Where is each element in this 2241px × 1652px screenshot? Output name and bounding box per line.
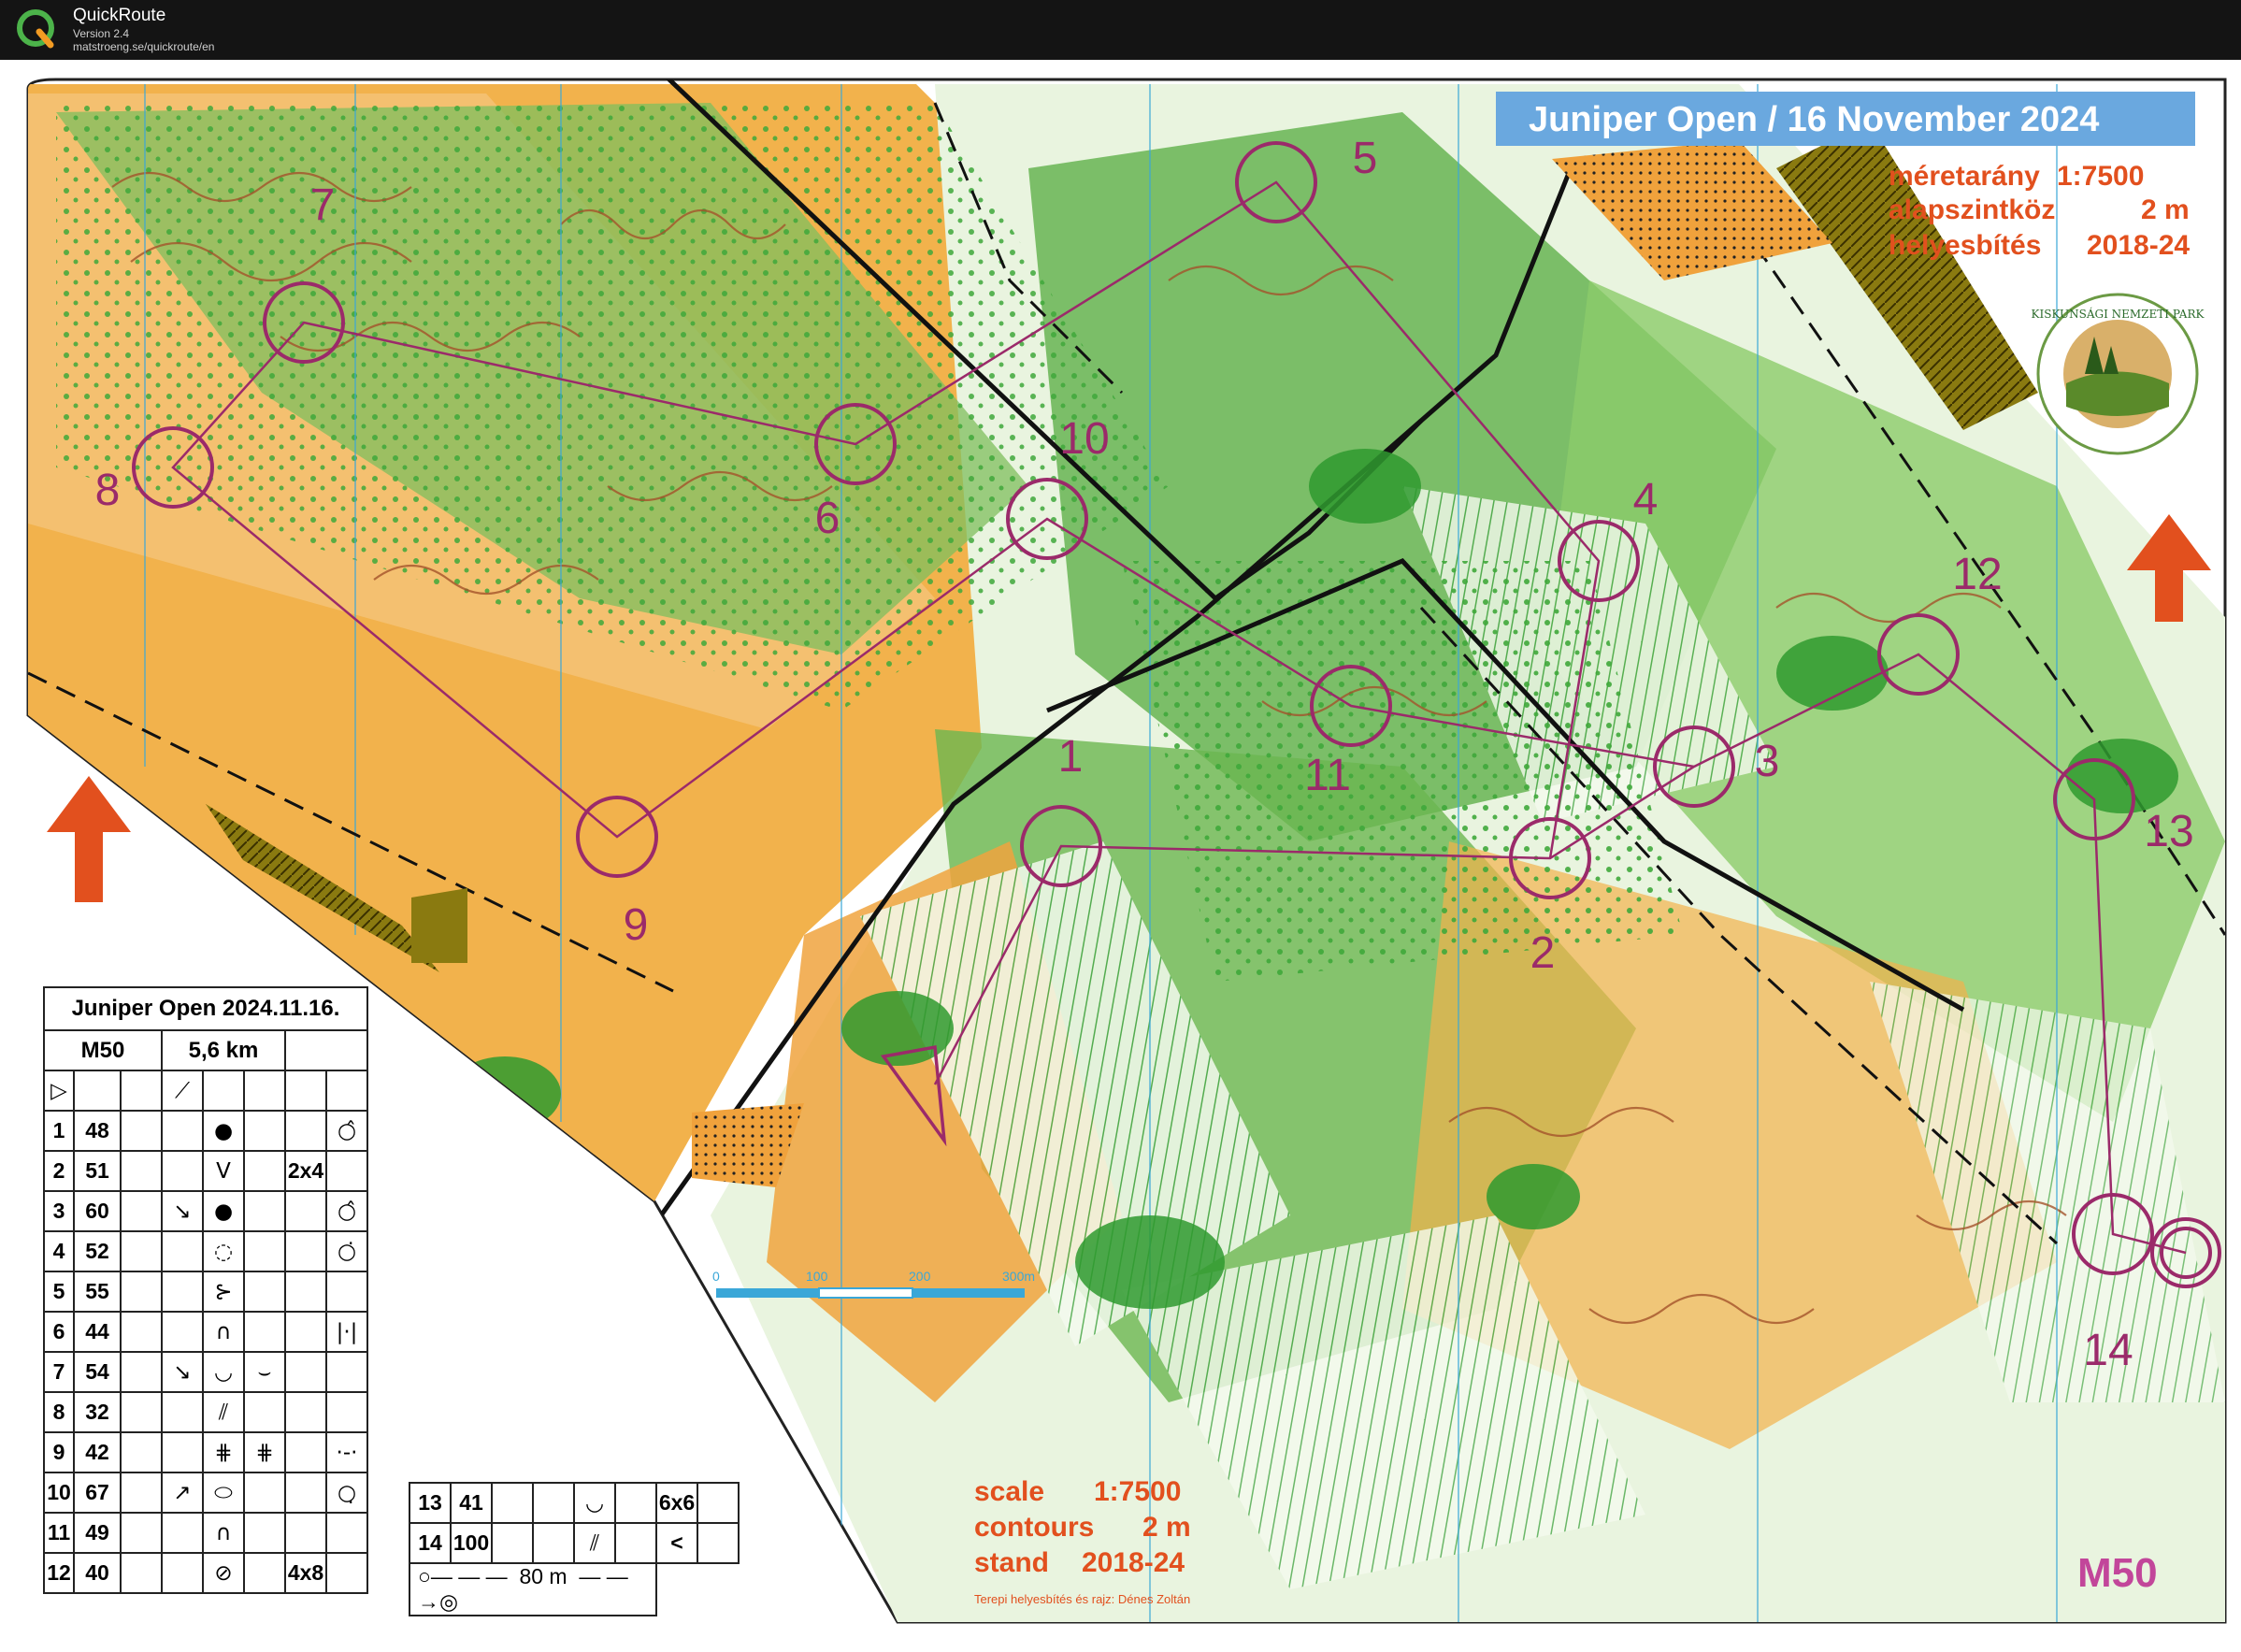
svg-text:contours: contours [974,1512,1094,1543]
control-number-5: 5 [1353,134,1378,183]
svg-text:stand: stand [974,1547,1049,1578]
cd-row: 6 44 ∩ |·| [43,1311,368,1353]
cd-row: 9 42 ⋕ ⋕ ·-· [43,1431,368,1473]
finish-distance: ○— — — 80 m — — →◎ [409,1562,657,1616]
svg-text:helyesbítés: helyesbítés [1889,230,2041,261]
control-number-11: 11 [1304,751,1351,800]
cd-row: 12 40 ⊘ 4x8 [43,1552,368,1594]
cd-row: 5 55 ⊱ [43,1271,368,1313]
control-number-7: 7 [310,180,336,230]
svg-text:1:7500: 1:7500 [1094,1476,1181,1507]
svg-text:100: 100 [806,1269,828,1284]
class-label: M50 [2077,1550,2158,1596]
control-number-4: 4 [1633,475,1659,524]
svg-text:300m: 300m [1002,1269,1035,1284]
app-name: QuickRoute [73,6,166,25]
cd-row: 1 48 ● ○̂ [43,1110,368,1152]
control-descriptions: Juniper Open 2024.11.16. M50 5,6 km ▷ ⟋ … [43,986,368,1594]
control-number-13: 13 [2144,807,2193,856]
control-number-1: 1 [1058,732,1084,782]
title-banner: Juniper Open / 16 November 2024 [1496,92,2195,146]
cd-title: Juniper Open 2024.11.16. [43,986,368,1031]
app-titlebar: QuickRoute Version 2.4 matstroeng.se/qui… [0,0,2241,60]
cd-length: 5,6 km [161,1029,286,1071]
control-number-3: 3 [1755,737,1780,786]
svg-text:KISKUNSÁGI NEMZETI PARK: KISKUNSÁGI NEMZETI PARK [2032,307,2205,321]
svg-text:2 m: 2 m [2141,194,2190,225]
credit-text: Terepi helyesbítés és rajz: Dénes Zoltán [974,1592,1190,1606]
cd-row: 8 32 ⫽ [43,1391,368,1433]
banner-text: Juniper Open / 16 November 2024 [1529,100,2099,139]
cd-row: 14 100 ⫽ < [409,1522,740,1564]
cd-row: 13 41 ◡ 6x6 [409,1482,740,1524]
start-icon: ▷ [43,1070,75,1112]
svg-text:2018-24: 2018-24 [2087,230,2190,261]
control-number-8: 8 [95,466,121,515]
svg-text:1:7500: 1:7500 [2057,161,2144,192]
app-version: Version 2.4 [73,27,130,40]
control-number-2: 2 [1530,928,1556,978]
cd-row: 4 52 ◌ ○̇ [43,1230,368,1272]
svg-text:scale: scale [974,1476,1044,1507]
cd-row: 3 60 ↘ ● ○̂ [43,1190,368,1232]
svg-text:2 m: 2 m [1142,1512,1191,1543]
cd-row: 2 51 V 2x4 [43,1150,368,1192]
svg-text:méretarány: méretarány [1889,161,2040,192]
svg-text:alapszintköz: alapszintköz [1889,194,2055,225]
svg-text:200: 200 [909,1269,931,1284]
cd-row: 10 67 ↗ ⬭ ○̣ [43,1472,368,1514]
app-url: matstroeng.se/quickroute/en [73,40,215,53]
svg-text:0: 0 [712,1269,720,1284]
control-number-6: 6 [815,494,840,543]
control-number-14: 14 [2083,1326,2133,1375]
control-number-9: 9 [624,900,649,950]
cd-row: 11 49 ∩ [43,1512,368,1554]
control-descriptions-continued: 13 41 ◡ 6x6 14 100 ⫽ < ○— — — 80 m — — →◎ [409,1482,740,1616]
control-number-12: 12 [1952,550,2002,599]
cd-class: M50 [43,1029,163,1071]
quickroute-logo-icon [17,9,54,49]
control-number-10: 10 [1059,414,1109,464]
cd-row: 7 54 ↘ ◡ ⌣ [43,1351,368,1393]
svg-text:2018-24: 2018-24 [1082,1547,1185,1578]
